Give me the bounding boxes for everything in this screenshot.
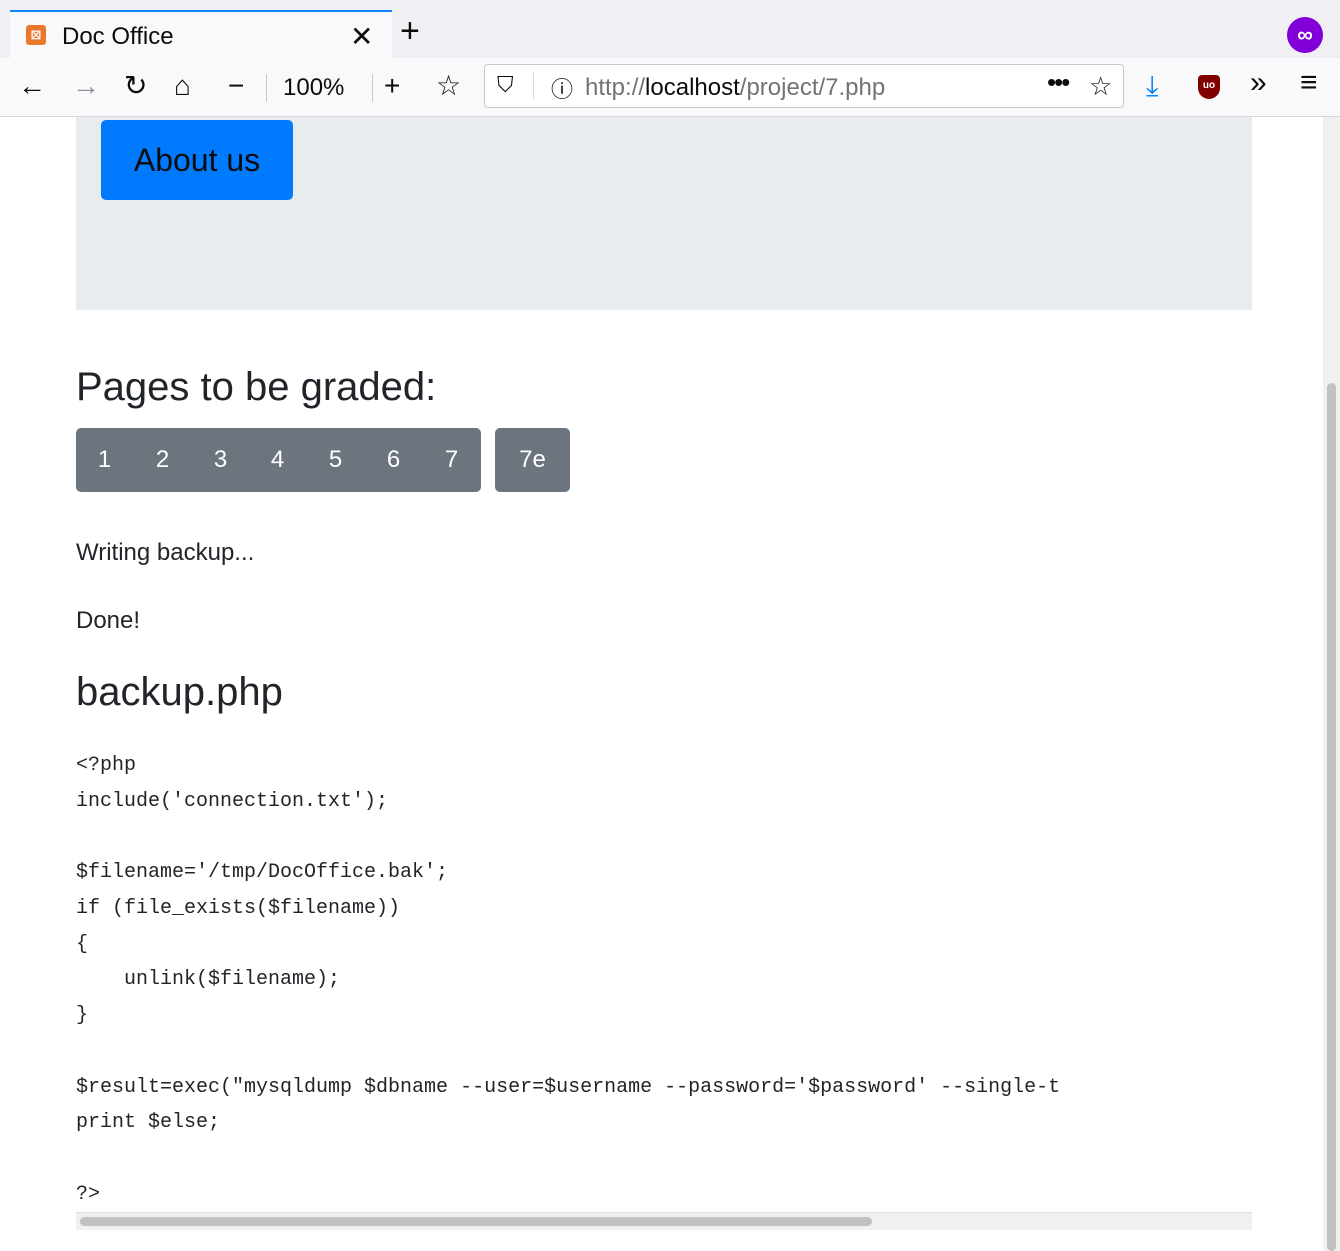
forward-button[interactable]: → (72, 68, 100, 104)
back-button[interactable]: ← (18, 68, 46, 104)
page-button-3[interactable]: 3 (192, 428, 249, 492)
code-line: unlink($filename); (76, 968, 341, 991)
about-us-button[interactable]: About us (101, 120, 293, 200)
zoom-level[interactable]: 100% (283, 74, 344, 102)
page-button-group: 1 2 3 4 5 6 7 (76, 428, 481, 492)
new-tab-button[interactable]: + (400, 14, 420, 48)
url-text[interactable]: http://localhost/project/7.php (585, 74, 885, 102)
scrollbar-thumb[interactable] (80, 1217, 872, 1226)
code-line: ?> (76, 1183, 101, 1205)
separator (533, 73, 534, 99)
code-line: include('connection.txt'); (76, 790, 389, 813)
code-line: $result=exec("mysqldump $dbname --user=$… (76, 1076, 1061, 1099)
page-button-7[interactable]: 7 (423, 428, 480, 492)
pages-heading: Pages to be graded: (76, 365, 437, 409)
home-button[interactable]: ⌂ (174, 68, 191, 104)
reload-button[interactable]: ↻ (124, 68, 147, 104)
bookmark-star-icon[interactable]: ☆ (1089, 71, 1112, 102)
scrollbar-thumb[interactable] (1327, 383, 1336, 1251)
page-button-1[interactable]: 1 (76, 428, 133, 492)
url-path: /project/7.php (739, 74, 886, 101)
jumbotron: About us (76, 117, 1252, 310)
code-line: if (file_exists($filename)) (76, 897, 401, 920)
code-line: } (76, 1004, 89, 1027)
tab-strip: ⊠ Doc Office ✕ + ∞ (0, 0, 1340, 59)
xampp-icon: ⊠ (26, 25, 46, 45)
info-icon[interactable]: ⓘ (551, 72, 573, 104)
tab-title: Doc Office (62, 23, 174, 50)
page-button-7e[interactable]: 7e (495, 428, 570, 492)
download-icon[interactable]: ⤓ (1146, 70, 1158, 103)
code-horizontal-scrollbar[interactable] (76, 1212, 1252, 1230)
file-heading: backup.php (76, 670, 283, 714)
close-tab-icon[interactable]: ✕ (350, 20, 373, 53)
page-viewport: About us Pages to be graded: 1 2 3 4 5 6… (0, 117, 1323, 1251)
private-browsing-icon: ∞ (1287, 17, 1323, 53)
code-block: <?php include('connection.txt'); $filena… (76, 747, 1252, 1205)
url-bar[interactable]: ⛉ ⓘ http://localhost/project/7.php ••• ☆ (484, 64, 1124, 108)
status-writing: Writing backup... (76, 539, 255, 566)
code-line: $filename='/tmp/DocOffice.bak'; (76, 861, 449, 884)
zoom-out-button[interactable]: − (228, 68, 244, 104)
page-button-2[interactable]: 2 (134, 428, 191, 492)
code-line: { (76, 933, 89, 956)
hamburger-menu-icon[interactable]: ≡ (1300, 66, 1318, 100)
ublock-origin-icon[interactable]: uo (1198, 75, 1220, 99)
page-vertical-scrollbar[interactable] (1323, 117, 1340, 1251)
url-host: localhost (645, 74, 740, 101)
bookmarks-icon[interactable]: ☆ (436, 68, 461, 104)
browser-tab[interactable]: ⊠ Doc Office ✕ (10, 10, 392, 58)
shield-icon[interactable]: ⛉ (497, 72, 514, 98)
zoom-in-button[interactable]: + (384, 68, 400, 104)
page-button-4[interactable]: 4 (249, 428, 306, 492)
code-line: print $else; (76, 1111, 221, 1134)
status-done: Done! (76, 607, 141, 634)
separator (372, 74, 373, 102)
page-actions-icon[interactable]: ••• (1047, 67, 1070, 98)
nav-bar: ← → ↻ ⌂ − 100% + ☆ ⛉ ⓘ http://localhost/… (0, 58, 1340, 117)
page-button-6[interactable]: 6 (365, 428, 422, 492)
code-line: <?php (76, 754, 137, 777)
overflow-menu-icon[interactable]: » (1250, 66, 1267, 100)
separator (266, 74, 267, 102)
url-prefix: http:// (585, 74, 646, 101)
page-button-5[interactable]: 5 (307, 428, 364, 492)
